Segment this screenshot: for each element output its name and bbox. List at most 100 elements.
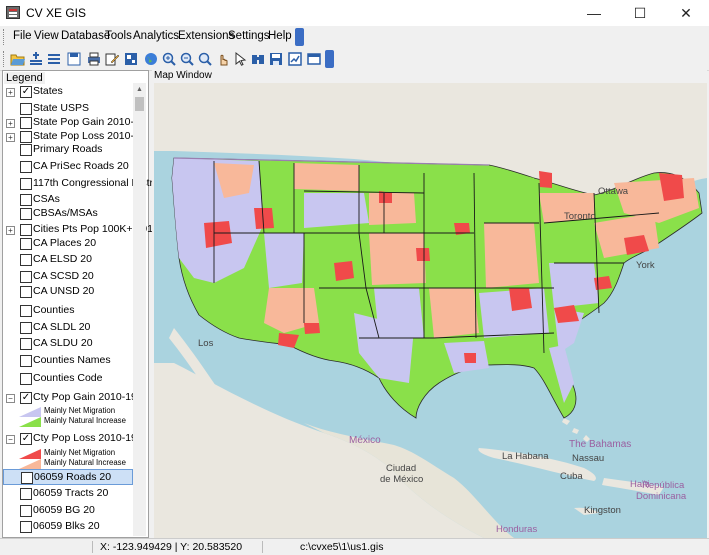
layer-label: CA ELSD 20 <box>33 253 92 265</box>
save-icon[interactable] <box>66 51 82 67</box>
legend-layer-0[interactable]: + ✓ States <box>3 84 133 100</box>
find-icon[interactable] <box>250 51 266 67</box>
layer-checkbox[interactable] <box>20 144 32 156</box>
layer-checkbox[interactable] <box>20 208 32 220</box>
layer-checkbox[interactable] <box>20 117 32 129</box>
open-icon[interactable] <box>10 51 26 67</box>
legend-layer-tail-0[interactable]: 06059 Roads 20 <box>3 469 133 485</box>
layer-label: 06059 BG 20 <box>33 504 95 516</box>
expand-toggle[interactable]: + <box>6 133 15 142</box>
map-label-dominicana: Dominicana <box>636 491 687 502</box>
legend-layer-5[interactable]: CA PriSec Roads 20 <box>3 159 133 175</box>
layer-checkbox[interactable] <box>20 488 32 500</box>
menu-view[interactable]: View <box>34 30 59 42</box>
menu-file[interactable]: File <box>13 30 32 42</box>
legend-layer-cty-pop-loss[interactable]: − ✓ Cty Pop Loss 2010-19 <box>3 431 137 447</box>
save-project-icon[interactable] <box>268 51 284 67</box>
window-icon[interactable] <box>306 51 322 67</box>
settings-icon[interactable] <box>287 51 303 67</box>
menu-tools[interactable]: Tools <box>105 30 132 42</box>
layer-checkbox[interactable] <box>20 373 32 385</box>
legend-layer-18[interactable]: Counties Code <box>3 371 133 387</box>
scroll-thumb[interactable] <box>135 97 144 111</box>
globe-icon[interactable] <box>143 51 159 67</box>
layer-checkbox[interactable] <box>20 355 32 367</box>
minimize-button[interactable]: — <box>571 0 617 26</box>
legend-layer-6[interactable]: 117th Congressional Distri <box>3 176 155 192</box>
map-label-de-mexico: de México <box>380 474 424 485</box>
legend-layer-13[interactable]: CA UNSD 20 <box>3 284 133 300</box>
maximize-button[interactable]: ☐ <box>617 0 663 26</box>
legend-layer-12[interactable]: CA SCSD 20 <box>3 269 133 285</box>
zoom-out-icon[interactable] <box>179 51 195 67</box>
map-label-cuba: Cuba <box>560 471 583 482</box>
toolbar-overflow-button[interactable] <box>325 50 334 68</box>
menu-settings[interactable]: Settings <box>228 30 270 42</box>
scroll-up-button[interactable]: ▲ <box>133 83 146 96</box>
legend-layer-4[interactable]: Primary Roads <box>3 142 133 158</box>
status-coordinates: X: -123.949429 | Y: 20.583520 <box>100 541 243 553</box>
menu-extensions[interactable]: Extensions <box>178 30 234 42</box>
edit-icon[interactable] <box>104 51 120 67</box>
layer-checkbox[interactable] <box>20 338 32 350</box>
expand-toggle[interactable]: + <box>6 88 15 97</box>
zoom-in-icon[interactable] <box>161 51 177 67</box>
menu-overflow-button[interactable] <box>295 28 304 46</box>
expand-toggle[interactable]: + <box>6 119 15 128</box>
database-icon[interactable] <box>123 51 139 67</box>
menu-grip[interactable] <box>3 29 7 45</box>
layer-checkbox[interactable] <box>20 322 32 334</box>
status-separator <box>262 541 263 553</box>
menu-help[interactable]: Help <box>268 30 292 42</box>
menu-analytics[interactable]: Analytics <box>133 30 179 42</box>
add-layer-icon[interactable] <box>28 51 44 67</box>
layer-label: CA SLDU 20 <box>33 337 93 349</box>
layers-icon[interactable] <box>46 51 62 67</box>
legend-layer-14[interactable]: Counties <box>3 303 133 319</box>
legend-layer-16[interactable]: CA SLDU 20 <box>3 336 133 352</box>
print-icon[interactable] <box>86 51 102 67</box>
status-bar: X: -123.949429 | Y: 20.583520 c:\cvxe5\1… <box>0 538 709 555</box>
layer-checkbox[interactable] <box>20 238 32 250</box>
layer-checkbox[interactable] <box>20 521 32 533</box>
identify-icon[interactable] <box>215 51 231 67</box>
legend-layer-17[interactable]: Counties Names <box>3 353 133 369</box>
menu-database[interactable]: Database <box>61 30 110 42</box>
legend-layer-tail-1[interactable]: 06059 Tracts 20 <box>3 486 133 502</box>
status-separator <box>92 541 93 553</box>
legend-layer-10[interactable]: CA Places 20 <box>3 236 133 252</box>
select-icon[interactable] <box>233 51 249 67</box>
layer-checkbox[interactable] <box>20 178 32 190</box>
layer-checkbox[interactable] <box>20 505 32 517</box>
legend-layer-tail-2[interactable]: 06059 BG 20 <box>3 503 133 519</box>
layer-checkbox[interactable] <box>20 161 32 173</box>
layer-label: CSAs <box>33 193 60 205</box>
layer-checkbox[interactable]: ✓ <box>20 86 32 98</box>
menu-bar: File View Database Tools Analytics Exten… <box>0 26 709 48</box>
map-canvas[interactable]: Ottawa Toronto York Los México The Baham… <box>154 83 707 538</box>
expand-toggle[interactable]: − <box>6 394 15 403</box>
layer-checkbox[interactable] <box>20 305 32 317</box>
layer-checkbox[interactable]: ✓ <box>20 433 32 445</box>
layer-checkbox[interactable] <box>21 472 33 484</box>
app-icon[interactable] <box>6 6 20 19</box>
legend-layer-15[interactable]: CA SLDL 20 <box>3 320 133 336</box>
legend-layer-8[interactable]: CBSAs/MSAs <box>3 206 133 222</box>
layer-checkbox[interactable] <box>20 271 32 283</box>
legend-layer-11[interactable]: CA ELSD 20 <box>3 252 133 268</box>
county-choropleth <box>171 157 703 419</box>
close-button[interactable]: ✕ <box>663 0 709 26</box>
expand-toggle[interactable]: − <box>6 435 15 444</box>
zoom-icon[interactable] <box>197 51 213 67</box>
layer-checkbox[interactable]: ✓ <box>20 392 32 404</box>
legend-scrollbar[interactable]: ▲ <box>133 83 146 536</box>
layer-checkbox[interactable] <box>20 286 32 298</box>
toolbar-grip[interactable] <box>3 51 7 67</box>
layer-checkbox[interactable] <box>20 254 32 266</box>
expand-toggle[interactable]: + <box>6 226 15 235</box>
legend-layer-cty-pop-gain[interactable]: − ✓ Cty Pop Gain 2010-19 <box>3 390 137 406</box>
layer-checkbox[interactable] <box>20 103 32 115</box>
layer-checkbox[interactable] <box>20 194 32 206</box>
layer-checkbox[interactable] <box>20 224 32 236</box>
legend-layer-tail-3[interactable]: 06059 Blks 20 <box>3 519 133 535</box>
